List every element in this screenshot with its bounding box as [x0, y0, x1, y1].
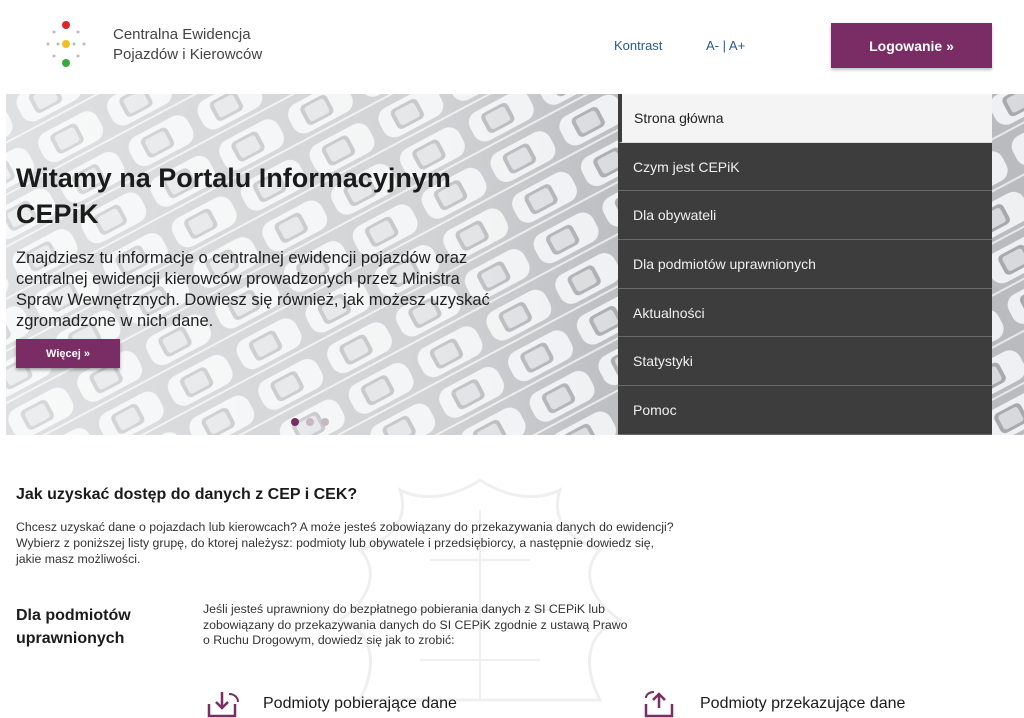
- entities-downloading-data-link[interactable]: Podmioty pobierające dane: [205, 690, 457, 718]
- hero-title: Witamy na Portalu Informacyjnym CEPiK: [16, 163, 451, 229]
- slider-dot-3[interactable]: [321, 418, 329, 426]
- access-section-text: Chcesz uzyskać dane o pojazdach lub kier…: [16, 520, 674, 566]
- logo-line-1: Centralna Ewidencja: [113, 26, 251, 43]
- menu-item-help[interactable]: Pomoc: [618, 386, 992, 435]
- font-size-separator: |: [722, 38, 727, 53]
- font-increase-link[interactable]: A+: [729, 38, 745, 53]
- main-menu: Strona główna Czym jest CEPiK Dla obywat…: [618, 94, 992, 435]
- slider-pagination: [291, 418, 329, 426]
- hero-description: Znajdziesz tu informacje o centralnej ew…: [16, 249, 490, 330]
- authorized-entities-title: Dla podmiotów uprawnionych: [16, 607, 131, 647]
- slider-dot-2[interactable]: [306, 418, 314, 426]
- login-button[interactable]: Logowanie »: [831, 23, 992, 68]
- transfer-data-icon: [644, 691, 674, 718]
- slider-dot-1[interactable]: [291, 418, 299, 426]
- contrast-link[interactable]: Kontrast: [614, 38, 662, 53]
- menu-item-statistics[interactable]: Statystyki: [618, 337, 992, 387]
- menu-item-news[interactable]: Aktualności: [618, 288, 992, 338]
- font-decrease-link[interactable]: A-: [706, 38, 719, 53]
- logo-line-2: Pojazdów i Kierowców: [113, 46, 263, 63]
- eagle-emblem-watermark: [336, 478, 624, 702]
- menu-item-authorized-entities[interactable]: Dla podmiotów uprawnionych: [618, 240, 992, 289]
- download-data-icon: [207, 692, 239, 718]
- logo-text[interactable]: Centralna Ewidencja Pojazdów i Kierowców: [113, 25, 262, 65]
- menu-item-home[interactable]: Strona główna: [618, 94, 992, 143]
- entities-downloading-data-label: Podmioty pobierające dane: [263, 695, 457, 712]
- access-section-title: Jak uzyskać dostęp do danych z CEP i CEK…: [16, 486, 358, 503]
- font-size-controls: A- | A+: [706, 38, 745, 53]
- entities-transferring-data-label: Podmioty przekazujące dane: [700, 695, 906, 712]
- site-header: Centralna Ewidencja Pojazdów i Kierowców…: [0, 0, 1024, 92]
- menu-item-about-cepik[interactable]: Czym jest CEPiK: [618, 142, 992, 192]
- entities-transferring-data-link[interactable]: Podmioty przekazujące dane: [642, 690, 905, 718]
- traffic-light-dots-icon[interactable]: [40, 18, 92, 70]
- menu-item-citizens[interactable]: Dla obywateli: [618, 191, 992, 241]
- more-button[interactable]: Więcej »: [16, 339, 120, 368]
- authorized-entities-text: Jeśli jesteś uprawniony do bezpłatnego p…: [203, 602, 628, 647]
